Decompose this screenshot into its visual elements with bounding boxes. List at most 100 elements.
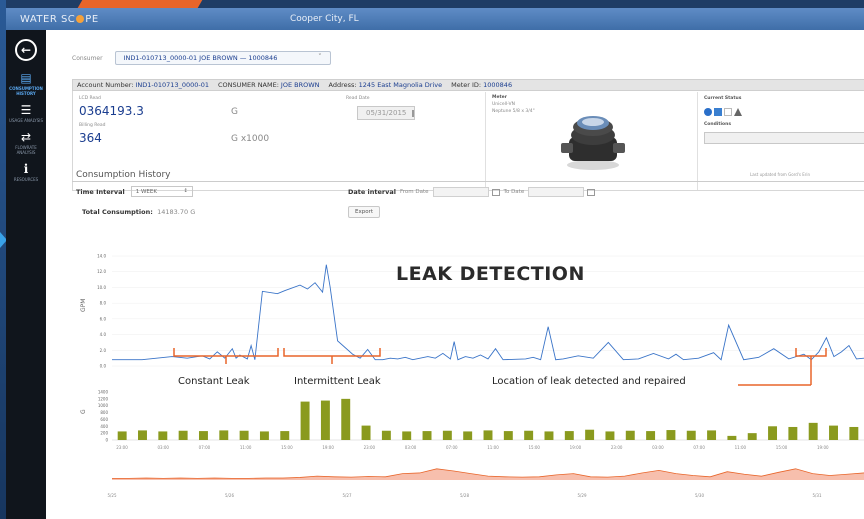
consumption-bar xyxy=(849,426,859,440)
x-tick-label: 11:00 xyxy=(487,445,499,450)
logo-drop-icon xyxy=(76,14,85,23)
consumption-bar xyxy=(483,430,493,440)
app-header: WATER SC PE Cooper City, FL xyxy=(6,8,864,30)
x-tick-label: 11:00 xyxy=(735,445,747,450)
consumption-bar xyxy=(605,431,615,440)
consumption-bar xyxy=(280,431,290,440)
logo-text-right: PE xyxy=(85,13,99,25)
consumption-bar xyxy=(686,430,696,440)
y-tick-label: 14.0 xyxy=(97,254,106,259)
y-tick-label: 12.0 xyxy=(97,269,106,274)
bar-chart-icon: ▤ xyxy=(20,71,32,85)
y-tick-label: 1200 xyxy=(98,396,109,401)
x-tick-label: 5/29 xyxy=(578,493,587,498)
x-tick-label: 5/27 xyxy=(343,493,352,498)
x-tick-label: 07:00 xyxy=(199,445,211,450)
x-tick-label: 23:00 xyxy=(364,445,376,450)
x-tick-label: 03:00 xyxy=(405,445,417,450)
consumption-bar xyxy=(178,430,188,440)
y-tick-label: 0.0 xyxy=(100,364,107,369)
main-content: Consumer IND1-010713_0000-01 JOE BROWN —… xyxy=(46,30,864,519)
x-tick-label: 07:00 xyxy=(446,445,458,450)
sidebar-item-label: Consumption History xyxy=(9,86,43,96)
consumption-bar xyxy=(381,430,391,440)
list-icon: ☰ xyxy=(20,103,32,117)
consumption-bar xyxy=(361,425,371,440)
x-tick-label: 15:00 xyxy=(776,445,788,450)
x-tick-label: 15:00 xyxy=(528,445,540,450)
x-tick-label: 5/30 xyxy=(695,493,704,498)
consumption-bar xyxy=(463,431,473,440)
sidebar-item-usage-analysis[interactable]: ☰ Usage Analysis xyxy=(6,99,46,126)
consumption-bar xyxy=(259,431,269,440)
leak-location-annotation: Location of leak detected and repaired xyxy=(492,376,686,387)
y-tick-label: 400 xyxy=(100,424,108,429)
x-tick-label: 5/25 xyxy=(108,493,117,498)
sidebar-item-label: Flowrate Analysis xyxy=(15,145,37,155)
intermittent-leak-annotation: Intermittent Leak xyxy=(294,376,381,387)
consumption-bar xyxy=(564,431,574,440)
back-arrow-icon: ← xyxy=(20,43,32,57)
x-tick-label: 5/26 xyxy=(225,493,234,498)
consumption-bar xyxy=(808,422,818,440)
gpm-axis-label: GPM xyxy=(80,298,87,312)
consumption-bar xyxy=(788,426,798,440)
consumption-bar xyxy=(829,425,838,440)
app-logo[interactable]: WATER SC PE xyxy=(20,14,270,25)
x-tick-label: 23:00 xyxy=(116,445,128,450)
consumption-bar xyxy=(402,431,412,440)
x-tick-label: 19:00 xyxy=(817,445,829,450)
consumption-bar xyxy=(625,430,635,440)
sidebar-item-flowrate-analysis[interactable]: ⇄ Flowrate Analysis xyxy=(6,126,46,158)
consumption-bar xyxy=(747,433,757,440)
consumption-bar xyxy=(585,429,595,440)
x-tick-label: 03:00 xyxy=(157,445,169,450)
y-tick-label: 1400 xyxy=(98,390,109,395)
y-tick-label: 800 xyxy=(100,410,108,415)
consumption-bar xyxy=(422,431,432,440)
consumption-bar xyxy=(544,431,554,440)
sidebar-item-consumption-history[interactable]: ▤ Consumption History xyxy=(6,67,46,99)
consumption-bar xyxy=(341,398,351,440)
x-tick-label: 03:00 xyxy=(652,445,664,450)
x-tick-label: 07:00 xyxy=(693,445,705,450)
consumption-bar xyxy=(117,431,127,440)
x-tick-label: 5/28 xyxy=(460,493,469,498)
city-title: Cooper City, FL xyxy=(290,14,359,24)
consumption-bar xyxy=(727,435,737,440)
consumption-bar xyxy=(198,431,208,440)
y-tick-label: 10.0 xyxy=(97,285,106,290)
y-tick-label: 4.0 xyxy=(100,332,107,337)
x-tick-label: 23:00 xyxy=(611,445,623,450)
consumption-bar xyxy=(646,431,656,440)
consumption-bar xyxy=(158,431,168,440)
x-tick-label: 19:00 xyxy=(570,445,582,450)
consumption-bar xyxy=(219,430,229,440)
y-tick-label: 1000 xyxy=(98,403,109,408)
info-icon: i xyxy=(23,162,29,176)
y-tick-label: 8.0 xyxy=(100,301,107,306)
sidebar-item-label: Resources xyxy=(13,177,39,182)
x-tick-label: 15:00 xyxy=(281,445,293,450)
logo-text-left: WATER SC xyxy=(20,13,76,25)
constant-leak-annotation: Constant Leak xyxy=(178,376,250,387)
x-tick-label: 19:00 xyxy=(322,445,334,450)
y-tick-label: 200 xyxy=(100,431,108,436)
y-tick-label: 0 xyxy=(105,438,108,443)
consumption-bar xyxy=(503,431,513,440)
sidebar-item-label: Usage Analysis xyxy=(9,118,43,123)
sidebar-item-resources[interactable]: i Resources xyxy=(6,158,46,185)
back-button[interactable]: ← xyxy=(15,39,37,61)
consumption-bar xyxy=(320,400,330,440)
brand-accent-shape xyxy=(77,0,203,8)
y-tick-label: 600 xyxy=(100,417,108,422)
shuffle-icon: ⇄ xyxy=(20,130,32,144)
consumption-bar xyxy=(768,426,778,440)
y-tick-label: 6.0 xyxy=(100,316,107,321)
x-tick-label: 5/31 xyxy=(813,493,822,498)
consumption-bar xyxy=(442,430,452,440)
gallons-axis-label: G xyxy=(80,409,87,414)
consumption-bar xyxy=(666,430,676,440)
x-tick-label: 11:00 xyxy=(240,445,252,450)
leak-detection-title: LEAK DETECTION xyxy=(396,263,585,285)
